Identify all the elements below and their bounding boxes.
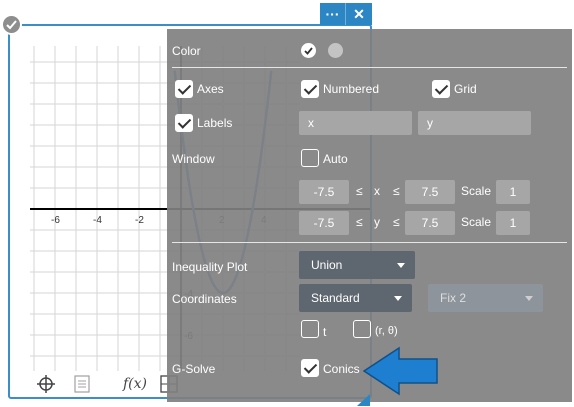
axes-label: Axes: [197, 82, 224, 96]
list-icon[interactable]: [74, 372, 90, 396]
color-label: Color: [172, 44, 201, 58]
conics-label: Conics: [323, 362, 360, 376]
x-max-field[interactable]: 7.5: [405, 180, 455, 204]
window-controls: ··· ✕: [320, 3, 372, 25]
color-swatch-selected[interactable]: [301, 43, 316, 58]
labels-label: Labels: [197, 116, 233, 130]
inequality-plot-value: Union: [311, 258, 343, 272]
x-tick-label: -6: [51, 215, 60, 226]
window-label: Window: [172, 152, 215, 166]
numbered-label: Numbered: [323, 82, 380, 96]
t-option-checkbox[interactable]: [301, 320, 319, 338]
close-button[interactable]: ✕: [346, 3, 372, 25]
pointer-arrow-icon: [363, 346, 438, 396]
x-variable-label: x: [374, 184, 380, 198]
divider: [172, 242, 567, 243]
precision-dropdown[interactable]: Fix 2: [428, 284, 543, 312]
le-symbol: ≤: [393, 215, 400, 229]
conics-checkbox[interactable]: [301, 359, 319, 377]
more-options-button[interactable]: ···: [320, 3, 346, 25]
resize-handle[interactable]: [357, 394, 370, 406]
grid-label: Grid: [454, 82, 477, 96]
gsolve-label: G-Solve: [172, 362, 216, 376]
checkmark-badge-icon[interactable]: [1, 14, 22, 35]
inequality-plot-label: Inequality Plot: [172, 260, 248, 274]
axes-checkbox[interactable]: [175, 80, 193, 98]
crosshair-icon[interactable]: [36, 372, 56, 396]
chevron-down-icon: [397, 263, 405, 268]
coordinates-dropdown[interactable]: Standard: [299, 284, 412, 312]
coordinates-value: Standard: [311, 291, 360, 305]
coordinates-label: Coordinates: [172, 292, 237, 306]
le-symbol: ≤: [356, 215, 363, 229]
inequality-plot-dropdown[interactable]: Union: [299, 251, 415, 279]
grid-checkbox[interactable]: [432, 80, 450, 98]
auto-label: Auto: [323, 152, 348, 166]
t-option-label: t: [323, 325, 327, 339]
color-swatch-alt[interactable]: [328, 43, 343, 58]
numbered-checkbox[interactable]: [301, 80, 319, 98]
x-axis-label-field[interactable]: x: [299, 111, 412, 135]
x-tick-label: -4: [93, 215, 102, 226]
function-icon[interactable]: f(x): [123, 372, 147, 396]
precision-value: Fix 2: [440, 291, 467, 305]
chevron-down-icon: [394, 296, 402, 301]
y-max-field[interactable]: 7.5: [405, 211, 455, 235]
chevron-down-icon: [525, 296, 533, 301]
polar-option-checkbox[interactable]: [353, 320, 371, 338]
x-tick-label: -2: [135, 215, 144, 226]
auto-checkbox[interactable]: [301, 149, 319, 167]
y-scale-field[interactable]: 1: [496, 211, 530, 235]
le-symbol: ≤: [393, 184, 400, 198]
y-variable-label: y: [374, 215, 380, 229]
le-symbol: ≤: [356, 184, 363, 198]
polar-option-label: (r, θ): [375, 325, 398, 337]
y-axis-label-field[interactable]: y: [418, 111, 531, 135]
labels-checkbox[interactable]: [175, 114, 193, 132]
x-min-field[interactable]: -7.5: [299, 180, 349, 204]
x-scale-field[interactable]: 1: [496, 180, 530, 204]
divider: [172, 67, 567, 68]
y-min-field[interactable]: -7.5: [299, 211, 349, 235]
scale-label: Scale: [461, 215, 492, 229]
scale-label: Scale: [461, 184, 492, 198]
